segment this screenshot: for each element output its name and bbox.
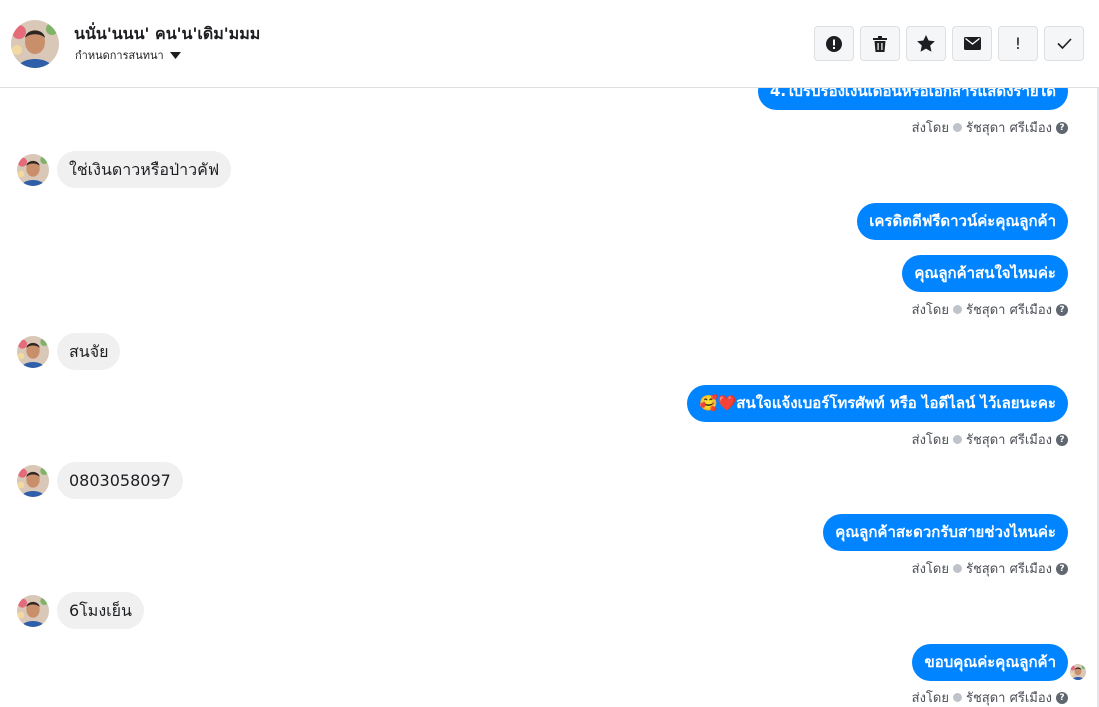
mark-unread-button[interactable] (952, 26, 992, 61)
sender-name: รัชสุดา ศรีเมือง (965, 691, 1052, 706)
sent-message-bubble[interactable]: 4.ใบรับรองเงินเดือนหรือเอกสารแสดงรายได้ (757, 88, 1068, 110)
received-message-bubble[interactable]: สนจัย (57, 333, 121, 370)
envelope-icon (963, 37, 981, 50)
alert-icon (826, 35, 842, 52)
conversation-header: นนั่น'นนน' คน'น'เดิม'มมม กำหนดการสนทนา ! (0, 0, 1099, 88)
customer-avatar[interactable] (17, 464, 49, 497)
sent-by-line: ส่งโดย รัชสุดา ศรีเมือง ? (912, 687, 1068, 707)
seen-indicator-avatar (1070, 664, 1086, 680)
agent-avatar-icon (952, 123, 962, 132)
caret-down-icon (169, 51, 181, 59)
delete-button[interactable] (860, 26, 900, 61)
received-message: 0803058097 (17, 462, 183, 499)
received-message: ใช่เงินดาวหรือป่าวคัฟ (17, 151, 232, 188)
follow-up-button[interactable]: ! (998, 26, 1038, 61)
star-icon (917, 35, 935, 52)
contact-name[interactable]: นนั่น'นนน' คน'น'เดิม'มมม (74, 22, 260, 47)
customer-avatar[interactable] (17, 335, 49, 368)
check-icon (1056, 38, 1072, 49)
received-message-bubble[interactable]: ใช่เงินดาวหรือป่าวคัฟ (57, 151, 232, 188)
sent-by-prefix: ส่งโดย (911, 562, 949, 577)
customer-avatar[interactable] (17, 594, 49, 627)
sent-message-bubble[interactable]: คุณลูกค้าสะดวกรับสายช่วงไหนค่ะ (823, 514, 1068, 551)
trash-icon (873, 35, 887, 52)
sender-name: รัชสุดา ศรีเมือง (965, 121, 1052, 136)
sent-by-line: ส่งโดย รัชสุดา ศรีเมือง ? (912, 299, 1068, 320)
sent-message-bubble[interactable]: ขอบคุณค่ะคุณลูกค้า (912, 644, 1068, 681)
assign-conversation-label: กำหนดการสนทนา (75, 49, 164, 62)
customer-avatar[interactable] (17, 153, 49, 186)
sent-message-bubble[interactable]: เครดิตดีฟรีดาวน์ค่ะคุณลูกค้า (857, 203, 1068, 240)
agent-avatar-icon (952, 435, 962, 444)
sent-by-prefix: ส่งโดย (911, 303, 949, 318)
help-icon[interactable]: ? (1056, 121, 1068, 134)
sent-by-line: ส่งโดย รัชสุดา ศรีเมือง ? (912, 429, 1068, 450)
sent-by-prefix: ส่งโดย (911, 121, 949, 136)
assign-conversation-dropdown[interactable]: กำหนดการสนทนา (75, 46, 181, 64)
help-icon[interactable]: ? (1056, 433, 1068, 446)
mark-done-button[interactable] (1044, 26, 1084, 61)
help-icon[interactable]: ? (1056, 303, 1068, 316)
sender-name: รัชสุดา ศรีเมือง (965, 303, 1052, 318)
help-icon[interactable]: ? (1056, 562, 1068, 575)
received-message-bubble[interactable]: 6โมงเย็น (57, 592, 144, 629)
star-button[interactable] (906, 26, 946, 61)
message-thread[interactable]: 4.ใบรับรองเงินเดือนหรือเอกสารแสดงรายได้ … (0, 88, 1099, 707)
sender-name: รัชสุดา ศรีเมือง (965, 562, 1052, 577)
received-message-bubble[interactable]: 0803058097 (57, 462, 183, 499)
sent-by-prefix: ส่งโดย (911, 691, 949, 706)
exclamation-icon: ! (1014, 34, 1022, 53)
agent-avatar-icon (952, 305, 962, 314)
sent-by-line: ส่งโดย รัชสุดา ศรีเมือง ? (912, 117, 1068, 138)
sent-message-bubble[interactable]: 🥰❤️สนใจแจ้งเบอร์โทรศัพท์ หรือ ไอดีไลน์ ไ… (686, 385, 1068, 422)
sent-message-bubble[interactable]: คุณลูกค้าสนใจไหมค่ะ (902, 255, 1068, 292)
sent-by-prefix: ส่งโดย (911, 433, 949, 448)
agent-avatar-icon (952, 564, 962, 573)
contact-avatar[interactable] (11, 20, 59, 68)
conversation-toolbar: ! (814, 26, 1084, 61)
agent-avatar-icon (952, 693, 962, 702)
received-message: สนจัย (17, 333, 121, 370)
sender-name: รัชสุดา ศรีเมือง (965, 433, 1052, 448)
received-message: 6โมงเย็น (17, 592, 144, 629)
mark-spam-button[interactable] (814, 26, 854, 61)
help-icon[interactable]: ? (1056, 691, 1068, 704)
sent-by-line: ส่งโดย รัชสุดา ศรีเมือง ? (912, 558, 1068, 579)
